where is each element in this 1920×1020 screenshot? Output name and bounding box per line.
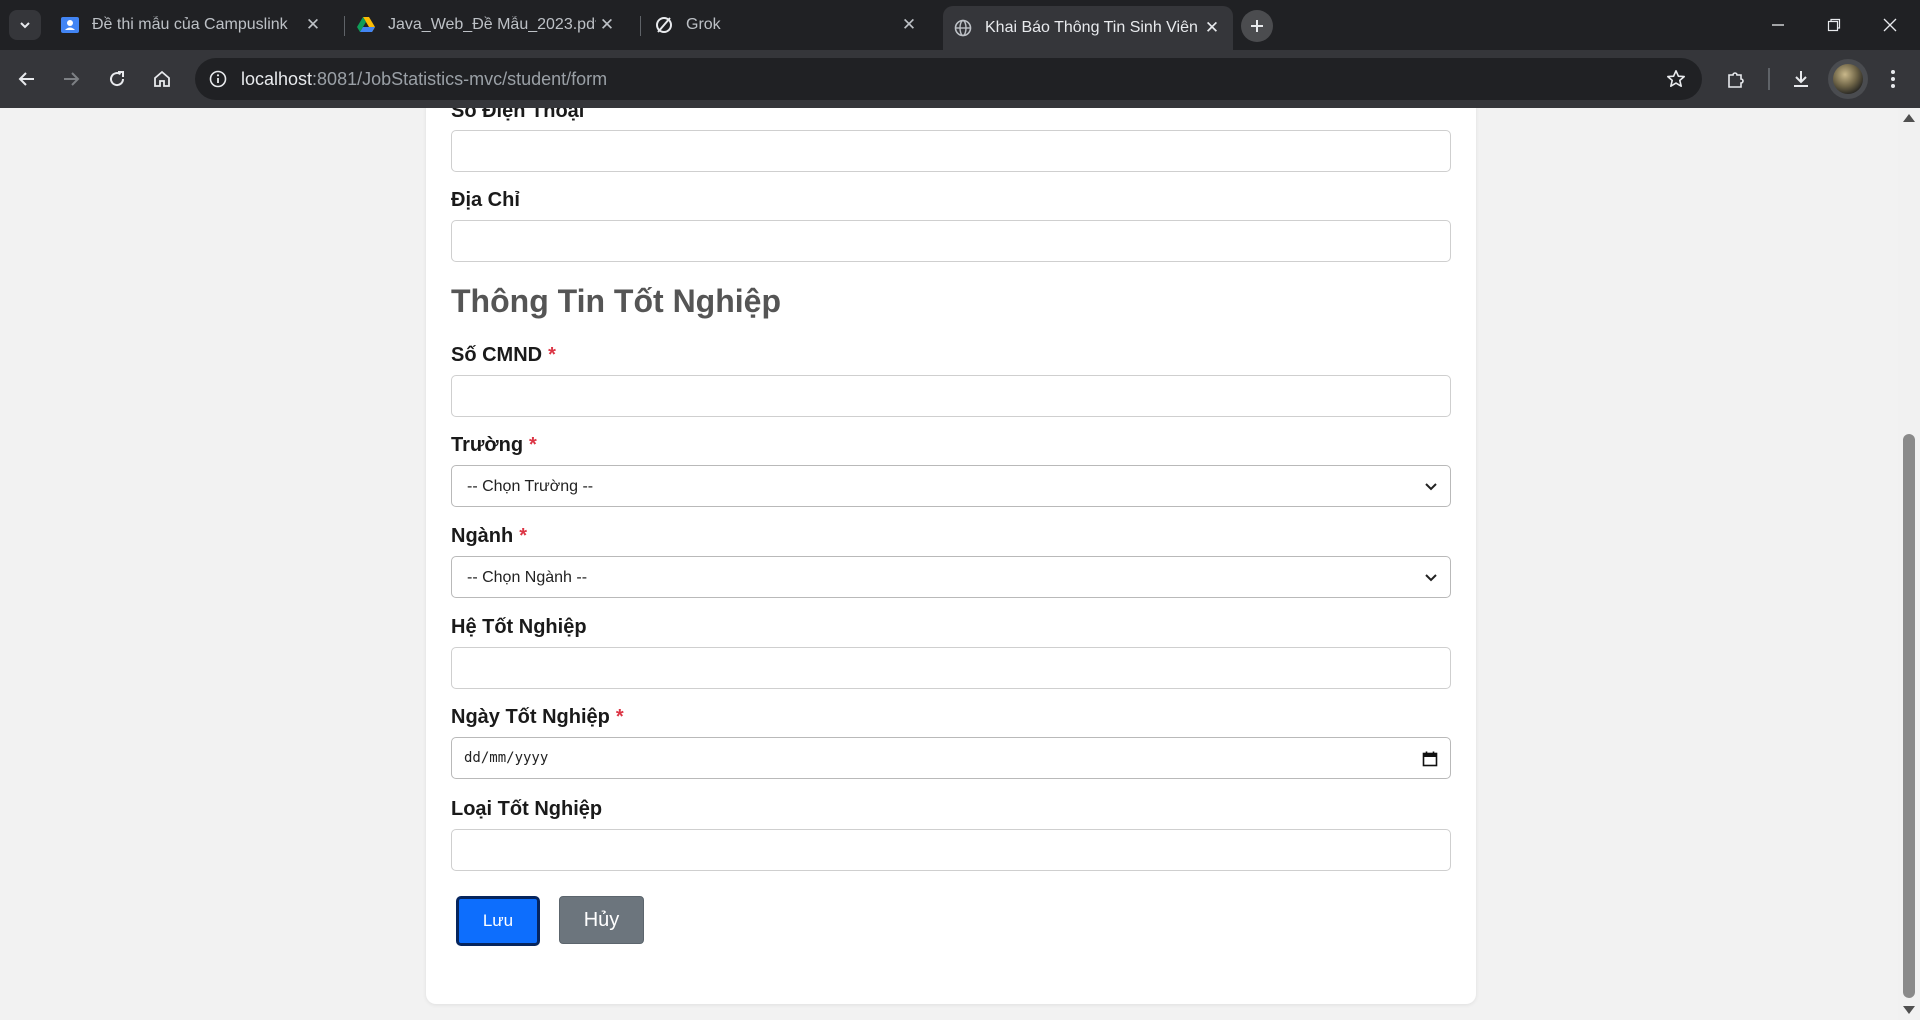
major-select-value: -- Chọn Ngành -- (467, 569, 588, 586)
extensions-button[interactable] (1720, 63, 1752, 95)
id-number-label-text: Số CMND (451, 344, 543, 366)
chevron-down-icon (20, 22, 30, 29)
google-drive-icon (356, 15, 376, 35)
home-icon (154, 70, 170, 87)
download-icon (1794, 71, 1808, 87)
menu-button[interactable] (1877, 63, 1909, 95)
restore-icon (1827, 18, 1841, 32)
grad-system-label: Hệ Tốt Nghiệp (451, 616, 587, 638)
google-classroom-icon (60, 15, 80, 35)
phone-label: Số Điện Thoại (451, 108, 585, 122)
tab-divider (344, 16, 345, 36)
major-label: Ngành * (451, 525, 527, 548)
grad-type-input[interactable] (451, 829, 1451, 871)
cancel-button[interactable]: Hủy (559, 896, 644, 944)
reload-button[interactable] (101, 63, 133, 95)
major-select[interactable]: -- Chọn Ngành -- (451, 556, 1451, 598)
school-select[interactable]: -- Chọn Trường -- (451, 465, 1451, 507)
tab-divider (640, 16, 641, 36)
grad-date-label: Ngày Tốt Nghiệp * (451, 706, 624, 729)
tab-title: Đề thi mẫu của Campuslink (92, 16, 288, 33)
chevron-down-icon (1422, 478, 1440, 496)
reload-icon (110, 71, 125, 87)
required-mark: * (529, 434, 537, 456)
page-viewport: Số Điện Thoại Địa Chỉ Thông Tin Tốt Nghi… (0, 108, 1898, 1020)
restore-button[interactable] (1806, 0, 1862, 50)
url-text: localhost:8081/JobStatistics-mvc/student… (241, 69, 607, 90)
id-number-label: Số CMND * (451, 344, 556, 367)
tab-student-form[interactable]: Khai Báo Thông Tin Sinh Viên ✕ (943, 6, 1233, 50)
minimize-button[interactable] (1750, 0, 1806, 50)
tab-campuslink[interactable]: Đề thi mẫu của Campuslink ✕ (58, 0, 334, 50)
tab-search-button[interactable] (9, 10, 41, 40)
required-mark: * (519, 525, 528, 547)
new-tab-button[interactable] (1241, 10, 1273, 42)
major-label-text: Ngành (451, 525, 514, 547)
home-button[interactable] (146, 63, 178, 95)
grad-date-label-text: Ngày Tốt Nghiệp (451, 706, 610, 728)
required-mark: * (615, 706, 624, 728)
close-icon[interactable]: ✕ (596, 14, 618, 36)
close-icon[interactable]: ✕ (302, 14, 324, 36)
puzzle-icon (1728, 72, 1744, 88)
close-icon (1883, 18, 1897, 32)
more-vertical-icon (1891, 70, 1895, 88)
school-select-value: -- Chọn Trường -- (467, 478, 594, 495)
phone-input[interactable] (451, 130, 1451, 172)
save-button[interactable]: Lưu (456, 896, 540, 946)
minimize-icon (1772, 24, 1784, 26)
arrow-right-icon (64, 72, 80, 86)
tab-grok[interactable]: Grok ✕ (654, 0, 930, 50)
url-path: :8081/JobStatistics-mvc/student/form (312, 69, 608, 89)
id-number-input[interactable] (451, 375, 1451, 417)
bookmark-star-icon[interactable] (1664, 67, 1688, 91)
chevron-down-icon (1422, 569, 1440, 587)
scroll-down-arrow-icon[interactable] (1903, 1006, 1915, 1014)
scroll-up-arrow-icon[interactable] (1903, 114, 1915, 122)
vertical-scrollbar[interactable] (1898, 108, 1920, 1020)
close-icon[interactable]: ✕ (1201, 17, 1223, 39)
required-mark: * (548, 344, 556, 366)
school-label-text: Trường (451, 434, 524, 456)
avatar-image (1833, 64, 1863, 94)
address-input[interactable] (451, 220, 1451, 262)
calendar-icon[interactable] (1420, 749, 1440, 769)
grad-system-input[interactable] (451, 647, 1451, 689)
close-icon[interactable]: ✕ (898, 14, 920, 36)
scrollbar-thumb[interactable] (1903, 434, 1915, 998)
tab-title: Java_Web_Đề Mẫu_2023.pdf - G (388, 16, 596, 33)
browser-toolbar: localhost:8081/JobStatistics-mvc/student… (0, 50, 1920, 108)
arrow-left-icon (18, 72, 34, 86)
site-info-icon[interactable] (204, 65, 232, 93)
downloads-button[interactable] (1785, 63, 1817, 95)
tab-java-web-pdf[interactable]: Java_Web_Đề Mẫu_2023.pdf - G ✕ (356, 0, 628, 50)
grad-date-input[interactable]: dd/mm/yyyy (451, 737, 1451, 779)
forward-button[interactable] (55, 63, 87, 95)
url-host: localhost (241, 69, 313, 89)
close-window-button[interactable] (1862, 0, 1918, 50)
globe-icon (953, 18, 973, 38)
address-bar[interactable]: localhost:8081/JobStatistics-mvc/student… (195, 58, 1702, 100)
plus-icon (1251, 20, 1263, 32)
browser-tab-strip: Đề thi mẫu của Campuslink ✕ Java_Web_Đề … (0, 0, 1920, 50)
address-label: Địa Chỉ (451, 189, 520, 211)
section-title: Thông Tin Tốt Nghiệp (451, 283, 781, 319)
tab-title: Khai Báo Thông Tin Sinh Viên (985, 19, 1198, 36)
school-label: Trường * (451, 434, 537, 457)
tab-title: Grok (686, 16, 721, 33)
toolbar-divider (1768, 68, 1770, 90)
grok-icon (654, 15, 674, 35)
back-button[interactable] (11, 63, 43, 95)
grad-type-label: Loại Tốt Nghiệp (451, 798, 603, 820)
date-placeholder: dd/mm/yyyy (464, 750, 549, 766)
profile-avatar[interactable] (1828, 59, 1868, 99)
